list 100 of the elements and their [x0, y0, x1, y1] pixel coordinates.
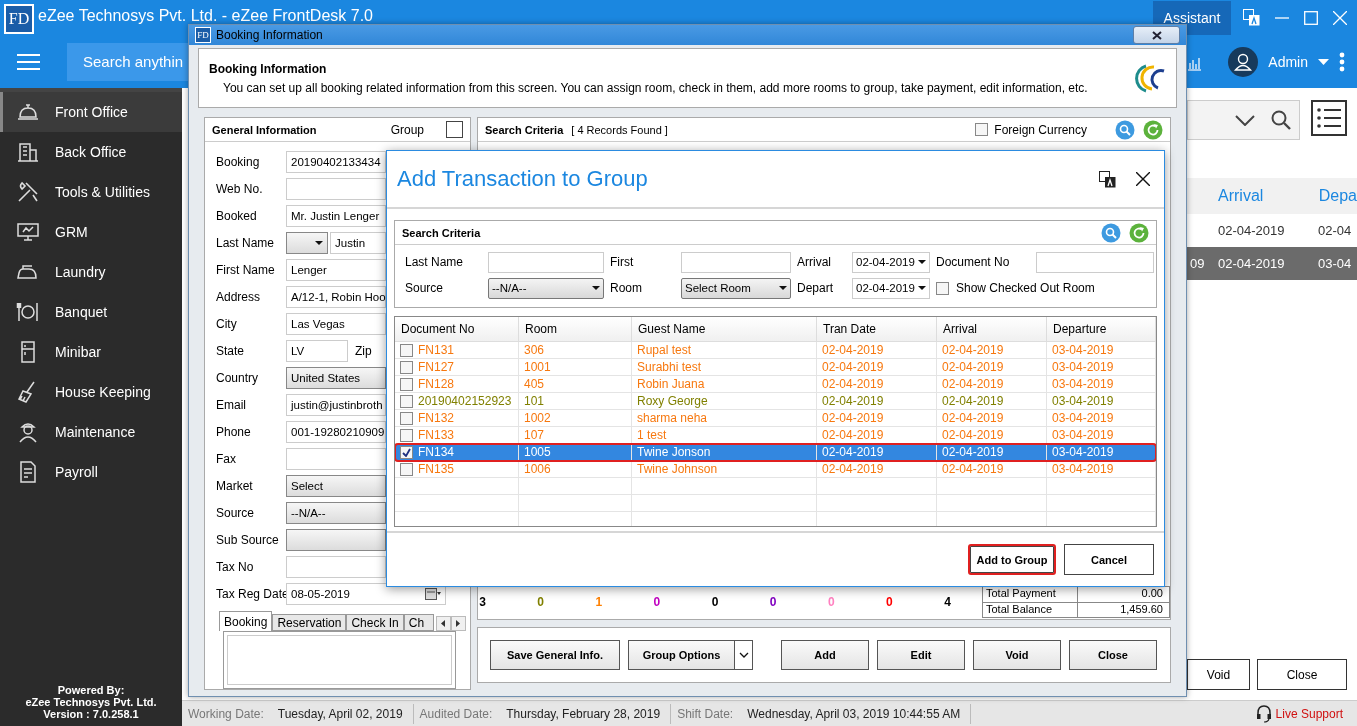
table-cell-text: 09 [1189, 256, 1206, 271]
dropdown[interactable]: --N/A-- [488, 277, 604, 299]
input-field[interactable]: 001-19280210909 [286, 420, 386, 443]
input-field[interactable] [1036, 251, 1154, 273]
dropdown[interactable]: United States [286, 366, 386, 389]
sidebar-item[interactable]: House Keeping [0, 372, 182, 412]
field-label: Depart [797, 281, 835, 295]
dropdown[interactable] [286, 528, 386, 551]
sidebar-item[interactable]: Minibar [0, 332, 182, 372]
action-button[interactable]: Add [781, 640, 869, 670]
caret-icon[interactable] [1318, 58, 1329, 65]
input-field[interactable]: LV [286, 339, 348, 362]
table-cell: 02-04-2019 [942, 343, 1004, 357]
search-icon[interactable] [1271, 110, 1291, 130]
checkbox[interactable] [936, 281, 949, 295]
action-button[interactable]: Edit [877, 640, 965, 670]
table-row[interactable]: 09 02-04-2019 03-04 [1187, 247, 1357, 280]
table-cell: 03-04-2019 [1052, 462, 1114, 476]
table-cell: 02-04-2019 [942, 445, 1004, 459]
checkbox[interactable] [400, 377, 413, 391]
dialog-button[interactable]: Add to Group [968, 544, 1056, 575]
chevron-down-icon[interactable] [1235, 114, 1255, 126]
checkbox[interactable] [975, 123, 989, 136]
checkbox[interactable] [400, 411, 413, 425]
window-logo: FD [195, 27, 211, 43]
input-field[interactable]: justin@justinbroth [286, 393, 386, 416]
date-field[interactable]: 02-04-2019 [852, 277, 930, 299]
input-field[interactable] [286, 177, 386, 200]
search-field[interactable]: Search anythin [67, 42, 188, 81]
calendar-icon[interactable] [425, 586, 441, 601]
sidebar-item[interactable]: Laundry [0, 252, 182, 292]
sidebar-item[interactable]: Back Office [0, 132, 182, 172]
action-button[interactable]: Save General Info. [490, 640, 620, 670]
checkbox[interactable] [400, 428, 413, 442]
tab[interactable]: Booking [219, 611, 273, 631]
input-field[interactable]: Justin [330, 231, 386, 254]
input-field[interactable] [488, 251, 604, 273]
field-label: Booked [216, 208, 258, 223]
table-row[interactable]: 20190402152923 101 Roxy George 02-04-2019 02-04-2019 03-04-2019 [395, 393, 1156, 410]
filter-dropdown[interactable] [1187, 100, 1300, 140]
input-field[interactable]: Lenger [286, 258, 386, 281]
checkbox[interactable] [400, 445, 413, 459]
dropdown[interactable]: --N/A-- [286, 501, 386, 524]
checkbox[interactable] [446, 121, 463, 138]
action-button[interactable]: Close [1069, 640, 1157, 670]
input-field[interactable]: Las Vegas [286, 312, 386, 335]
checkbox[interactable] [400, 394, 413, 408]
sidebar-item[interactable]: Tools & Utilities [0, 172, 182, 212]
dropdown[interactable]: Select Room [681, 277, 791, 299]
close-icon[interactable] [1136, 172, 1150, 186]
live-support-link[interactable]: Live Support [1275, 706, 1343, 721]
field-label: State [216, 343, 246, 358]
translate-icon[interactable] [1099, 170, 1116, 188]
tab[interactable]: Check In [346, 614, 404, 631]
action-button[interactable]: Close [1257, 659, 1347, 690]
date-field[interactable]: 02-04-2019 [852, 251, 930, 273]
checkbox[interactable] [400, 462, 413, 476]
dropdown[interactable]: Select [286, 474, 386, 497]
salutation-dropdown[interactable] [286, 231, 328, 254]
refresh-icon[interactable] [1129, 222, 1149, 243]
sidebar-item[interactable]: Banquet [0, 292, 182, 332]
menu-icon[interactable] [17, 53, 40, 70]
input-field[interactable] [286, 447, 386, 470]
table-row[interactable]: 02-04-2019 02-04 [1187, 214, 1357, 247]
input-field[interactable]: A/12-1, Robin Hoo [286, 285, 386, 308]
dialog-button[interactable]: Cancel [1064, 544, 1154, 575]
count-value: 0 [826, 595, 836, 609]
checkbox[interactable] [400, 360, 413, 374]
input-field[interactable] [286, 555, 386, 578]
close-button[interactable] [1133, 26, 1180, 44]
refresh-icon[interactable] [1143, 119, 1163, 140]
date-field[interactable]: 08-05-2019 [286, 582, 446, 605]
panel-title: Booking Information [209, 61, 328, 76]
input-field[interactable] [681, 251, 791, 273]
input-field[interactable]: 20190402133434 [286, 150, 386, 173]
maximize-icon[interactable] [1304, 10, 1318, 25]
status-value: Tuesday, April 02, 2019 [277, 706, 403, 721]
sidebar-item[interactable]: Maintenance [0, 412, 182, 452]
table-cell: 02-04-2019 [822, 411, 884, 425]
list-view-button[interactable] [1311, 100, 1347, 136]
status-label: Working Date: [188, 706, 264, 721]
dropdown-button[interactable] [735, 640, 753, 670]
user-name[interactable]: Admin [1268, 53, 1308, 70]
scroll-left-button[interactable] [435, 616, 451, 631]
sidebar-item[interactable]: Payroll [0, 452, 182, 492]
input-field[interactable]: Mr. Justin Lenger [286, 204, 386, 227]
tab[interactable]: Ch [403, 614, 434, 631]
action-button[interactable]: Void [973, 640, 1061, 670]
tools-icon [16, 180, 40, 204]
field-label: Booking [216, 154, 261, 169]
table-cell: 1001 [524, 360, 551, 374]
sidebar-item[interactable]: GRM [0, 212, 182, 252]
split-button[interactable]: Group Options [628, 640, 735, 670]
tab[interactable]: Reservation [272, 614, 347, 631]
sidebar-item[interactable]: Front Office [0, 92, 182, 132]
checkbox[interactable] [400, 343, 413, 357]
table-row[interactable]: FN134 1005 Twine Jonson 02-04-2019 02-04-2019 03-04-2019 [395, 444, 1156, 461]
more-icon[interactable] [1339, 51, 1345, 72]
action-button[interactable]: Void [1187, 659, 1250, 690]
avatar-icon[interactable] [1228, 46, 1259, 77]
